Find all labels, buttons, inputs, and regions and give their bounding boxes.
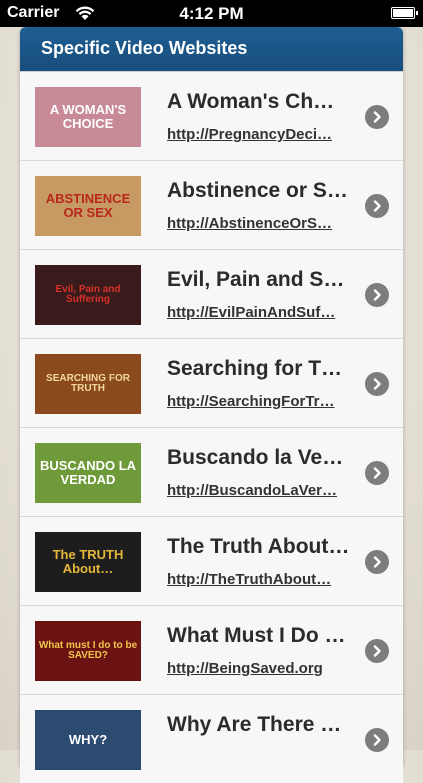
chevron-right-icon[interactable] <box>365 550 389 574</box>
video-url-link[interactable]: http://EvilPainAndSuf… <box>167 304 352 321</box>
list-item[interactable]: ABSTINENCE OR SEX Abstinence or S… http://… <box>20 160 403 249</box>
video-title: A Woman's Ch… <box>167 90 335 113</box>
video-websites-panel: Specific Video Websites A WOMAN'S CHOICE… <box>20 27 403 783</box>
chevron-right-icon[interactable] <box>365 639 389 663</box>
chevron-right-icon[interactable] <box>365 105 389 129</box>
video-url-link[interactable]: http://TheTruthAbout… <box>167 571 352 588</box>
video-thumbnail: WHY? <box>35 710 141 770</box>
list-item[interactable]: BUSCANDO LA VERDAD Buscando la Ve… http://… <box>20 427 403 516</box>
list-item[interactable]: WHY? Why Are There … <box>20 694 403 783</box>
video-url-link[interactable]: http://BeingSaved.org <box>167 660 352 677</box>
video-title: The Truth About… <box>167 535 350 558</box>
video-thumbnail: A WOMAN'S CHOICE <box>35 87 141 147</box>
battery-icon <box>391 7 418 19</box>
list-item[interactable]: The TRUTH About… The Truth About… http://T… <box>20 516 403 605</box>
list-item[interactable]: Evil, Pain and Suffering Evil, Pain and S… <box>20 249 403 338</box>
chevron-right-icon[interactable] <box>365 728 389 752</box>
video-url-link[interactable]: http://PregnancyDeci… <box>167 126 352 143</box>
video-thumbnail: SEARCHING FOR TRUTH <box>35 354 141 414</box>
thumbnail-text: The TRUTH About… <box>52 547 124 576</box>
chevron-right-icon[interactable] <box>365 283 389 307</box>
video-title: What Must I Do … <box>167 624 346 647</box>
video-title: Evil, Pain and S… <box>167 268 345 291</box>
panel-title: Specific Video Websites <box>20 27 403 71</box>
video-title: Buscando la Ve… <box>167 446 344 469</box>
video-url-link[interactable]: http://BuscandoLaVer… <box>167 482 352 499</box>
video-title: Abstinence or S… <box>167 179 348 202</box>
video-thumbnail: Evil, Pain and Suffering <box>35 265 141 325</box>
video-thumbnail: The TRUTH About… <box>35 532 141 592</box>
thumbnail-text: What must I do to be SAVED? <box>38 639 138 661</box>
video-title: Searching for T… <box>167 357 343 380</box>
video-thumbnail: BUSCANDO LA VERDAD <box>35 443 141 503</box>
thumbnail-text: A WOMAN'S CHOICE <box>49 102 127 131</box>
list-item[interactable]: SEARCHING FOR TRUTH Searching for T… http:… <box>20 338 403 427</box>
thumbnail-text: WHY? <box>68 732 108 748</box>
video-url-link[interactable]: http://AbstinenceOrS… <box>167 215 352 232</box>
chevron-right-icon[interactable] <box>365 194 389 218</box>
list-item[interactable]: What must I do to be SAVED? What Must I D… <box>20 605 403 694</box>
video-title: Why Are There … <box>167 713 342 736</box>
chevron-right-icon[interactable] <box>365 461 389 485</box>
status-bar: Carrier 4:12 PM <box>0 0 423 27</box>
video-list: A WOMAN'S CHOICE A Woman's Ch… http://Preg… <box>20 71 403 783</box>
video-thumbnail: What must I do to be SAVED? <box>35 621 141 681</box>
video-thumbnail: ABSTINENCE OR SEX <box>35 176 141 236</box>
thumbnail-text: ABSTINENCE OR SEX <box>45 191 131 220</box>
thumbnail-text: Evil, Pain and Suffering <box>55 283 121 305</box>
chevron-right-icon[interactable] <box>365 372 389 396</box>
list-item[interactable]: A WOMAN'S CHOICE A Woman's Ch… http://Preg… <box>20 71 403 160</box>
clock: 4:12 PM <box>179 4 244 23</box>
thumbnail-text: SEARCHING FOR TRUTH <box>46 372 130 394</box>
video-url-link[interactable]: http://SearchingForTr… <box>167 393 352 410</box>
thumbnail-text: BUSCANDO LA VERDAD <box>39 458 137 487</box>
